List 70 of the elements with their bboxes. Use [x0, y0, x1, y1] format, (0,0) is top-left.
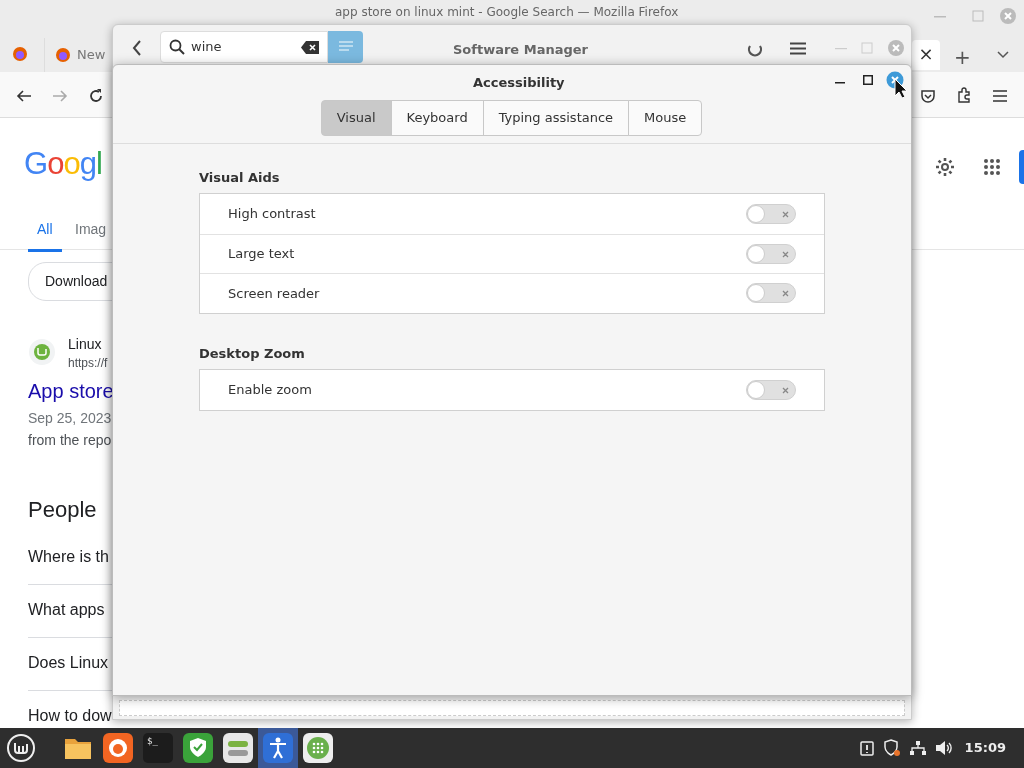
chevron-icon[interactable] [996, 50, 1010, 60]
setting-label: Large text [228, 245, 295, 263]
tab[interactable]: Visual [320, 100, 392, 136]
pocket-icon[interactable] [920, 88, 936, 104]
toggle-switch[interactable] [746, 379, 796, 400]
toggle-icon [223, 733, 253, 763]
search-tab[interactable]: All [28, 219, 62, 252]
tab-close-button[interactable]: × [912, 40, 940, 70]
accessibility-icon [263, 733, 293, 763]
volume-icon[interactable] [934, 740, 953, 756]
puzzle-icon[interactable] [956, 87, 972, 103]
section-heading: People [28, 496, 97, 524]
search-field[interactable]: wine [160, 31, 328, 63]
clock[interactable]: 15:09 [964, 738, 1006, 758]
question-item[interactable]: What apps [28, 598, 105, 622]
cross-icon [782, 210, 789, 218]
back-icon[interactable] [132, 40, 142, 56]
firefox-icon [55, 47, 71, 63]
section-title: Desktop Zoom [199, 344, 306, 363]
toggle-switch[interactable] [746, 243, 796, 264]
setting-label: Screen reader [228, 284, 320, 303]
site-url: https://f [68, 355, 108, 372]
shield-icon [183, 733, 213, 763]
taskbar-app[interactable]: $_ [138, 728, 178, 768]
cross-icon [782, 250, 789, 258]
firefox-icon[interactable] [12, 46, 28, 62]
minimize-icon[interactable] [835, 82, 845, 84]
cursor-icon [894, 78, 908, 98]
tab[interactable]: Keyboard [390, 100, 484, 136]
folder-icon [64, 736, 92, 760]
question-item[interactable]: Where is th [28, 545, 109, 569]
setting-label: Enable zoom [228, 381, 312, 399]
grid-icon [303, 733, 333, 763]
cross-icon [782, 290, 789, 298]
setting-label: High contrast [228, 205, 316, 223]
start-menu-icon[interactable] [6, 733, 36, 763]
apps-grid-icon[interactable] [983, 158, 1001, 176]
clear-icon[interactable] [301, 40, 319, 54]
result-snippet: from the repo [28, 431, 112, 450]
search-icon [169, 39, 185, 55]
toggle-switch[interactable] [746, 283, 796, 304]
tab[interactable]: Mouse [628, 100, 703, 136]
site-name: Linux [68, 335, 102, 354]
result-link[interactable]: App store [28, 376, 112, 406]
window-title: Software Manager [453, 41, 588, 59]
site-icon [28, 338, 56, 366]
taskbar-app[interactable] [258, 728, 298, 768]
prompt-text: $_ [147, 735, 158, 748]
question-item[interactable]: How to dow [28, 704, 112, 728]
clipboard-icon[interactable] [858, 740, 875, 756]
reload-icon[interactable] [88, 88, 104, 104]
toggle-switch[interactable] [746, 203, 796, 224]
dialog-title: Accessibility [473, 74, 565, 92]
firefox-icon [103, 733, 133, 763]
new-tab-button[interactable]: + [954, 42, 971, 72]
settings-icon[interactable] [934, 156, 956, 178]
google-logo[interactable]: Googl [24, 148, 102, 179]
cross-icon [782, 386, 789, 394]
result-date: Sep 25, 2023 [28, 409, 112, 428]
menu-icon[interactable] [993, 90, 1007, 102]
window-title: app store on linux mint - Google Search — Mozilla Firefox [335, 5, 679, 20]
back-arrow-icon[interactable] [16, 89, 32, 103]
network-icon[interactable] [908, 740, 927, 756]
shield-icon[interactable] [882, 739, 901, 757]
search-tab[interactable]: Imag [75, 219, 107, 252]
menu-icon[interactable] [790, 42, 806, 55]
section-title: Visual Aids [199, 168, 281, 187]
tab[interactable]: Typing assistance [482, 100, 630, 136]
question-item[interactable]: Does Linux [28, 651, 109, 675]
maximize-icon[interactable] [863, 75, 873, 85]
